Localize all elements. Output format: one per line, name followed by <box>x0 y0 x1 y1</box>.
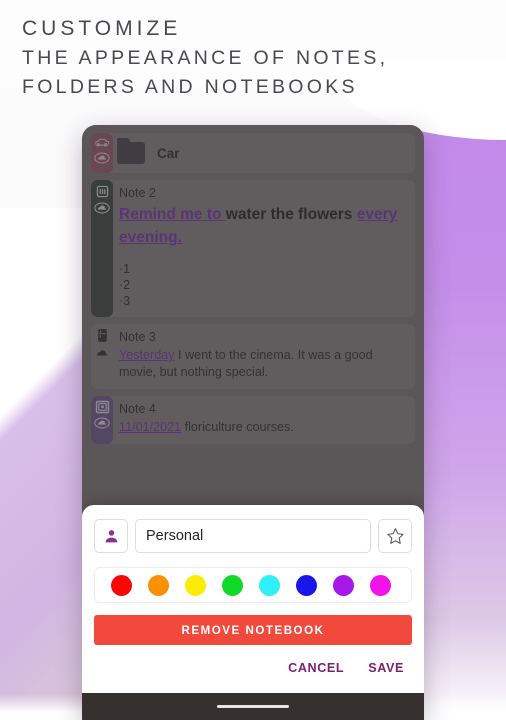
note-rich-text: Yesterday I went to the cinema. It was a… <box>119 347 407 381</box>
folder-name: Car <box>157 145 180 161</box>
note-card[interactable]: Note 4 11/01/2021 floriculture courses. <box>91 396 415 444</box>
color-swatch[interactable] <box>222 574 243 596</box>
car-icon <box>95 138 110 147</box>
list-item: ·1 <box>119 262 131 276</box>
color-swatch[interactable] <box>148 574 169 596</box>
android-nav-bar <box>82 693 424 720</box>
promo-headline: CUSTOMIZE THE APPEARANCE OF NOTES, FOLDE… <box>22 14 388 102</box>
dialog-actions: CANCEL SAVE <box>94 645 412 685</box>
cloud-icon <box>94 152 110 164</box>
color-swatch[interactable] <box>111 574 132 596</box>
headline-line-2: THE APPEARANCE OF NOTES, <box>22 47 389 69</box>
home-gesture-pill[interactable] <box>217 705 289 708</box>
note-icon-rail <box>91 180 113 317</box>
edit-notebook-dialog: Personal REMOVE NOTEBOOK CANCEL SAVE <box>82 505 424 693</box>
note-content: Note 4 11/01/2021 floriculture courses. <box>113 396 415 444</box>
note-icon-rail <box>91 396 113 444</box>
note-card[interactable]: Note 2 Remind me to water the flowers ev… <box>91 180 415 317</box>
folder-row: Car <box>113 133 188 173</box>
color-palette[interactable] <box>94 567 412 603</box>
fridge-icon <box>97 329 107 342</box>
person-icon <box>105 529 117 542</box>
star-outline-icon <box>386 527 404 544</box>
notebook-icon-button[interactable] <box>94 519 128 553</box>
color-swatch[interactable] <box>333 574 354 596</box>
remove-notebook-button[interactable]: REMOVE NOTEBOOK <box>94 615 412 645</box>
color-swatch[interactable] <box>370 574 391 596</box>
save-button[interactable]: SAVE <box>368 661 404 675</box>
note-rich-text: Remind me to water the flowers every eve… <box>119 203 407 249</box>
color-swatch[interactable] <box>185 574 206 596</box>
note-plain-segment: floriculture courses. <box>181 420 294 434</box>
picture-frame-icon <box>95 400 109 414</box>
color-swatch[interactable] <box>259 574 280 596</box>
note-card[interactable]: Note 3 Yesterday I went to the cinema. I… <box>91 324 415 389</box>
note-list: Car Note 2 Remind me to water the flower… <box>82 125 424 485</box>
favorite-button[interactable] <box>378 519 412 553</box>
headline-line-1: CUSTOMIZE <box>22 17 182 40</box>
note-link-segment[interactable]: 11/01/2021 <box>119 420 181 434</box>
note-title: Note 3 <box>119 330 156 344</box>
note-link-segment[interactable]: Yesterday <box>119 348 175 362</box>
note-icon-rail <box>91 324 113 389</box>
phone-mockup: Car Note 2 Remind me to water the flower… <box>82 125 424 720</box>
cloud-icon <box>97 350 108 356</box>
folder-card[interactable]: Car <box>91 133 415 173</box>
note-content: Note 3 Yesterday I went to the cinema. I… <box>113 324 415 389</box>
list-item: ·3 <box>119 294 131 308</box>
note-title: Note 2 <box>119 186 156 200</box>
cloud-icon <box>94 202 110 214</box>
note-plain-segment: water the flowers <box>225 206 357 223</box>
trash-icon <box>96 185 108 198</box>
promo-screenshot: CUSTOMIZE THE APPEARANCE OF NOTES, FOLDE… <box>0 0 506 720</box>
headline-line-3: FOLDERS AND NOTEBOOKS <box>22 76 358 98</box>
notebook-name-row: Personal <box>94 519 412 553</box>
note-bullet-list: ·1 ·2 ·3 <box>119 261 407 309</box>
note-link-segment[interactable]: Remind me to <box>119 206 226 223</box>
cancel-button[interactable]: CANCEL <box>288 661 344 675</box>
folder-icon <box>117 138 145 164</box>
list-item: ·2 <box>119 278 131 292</box>
note-content: Note 2 Remind me to water the flowers ev… <box>113 180 415 317</box>
note-rich-text: 11/01/2021 floriculture courses. <box>119 419 407 436</box>
color-swatch[interactable] <box>296 574 317 596</box>
notebook-name-input[interactable]: Personal <box>135 519 371 553</box>
note-title: Note 4 <box>119 402 156 416</box>
cloud-icon <box>94 417 110 429</box>
folder-icon-rail <box>91 133 113 173</box>
